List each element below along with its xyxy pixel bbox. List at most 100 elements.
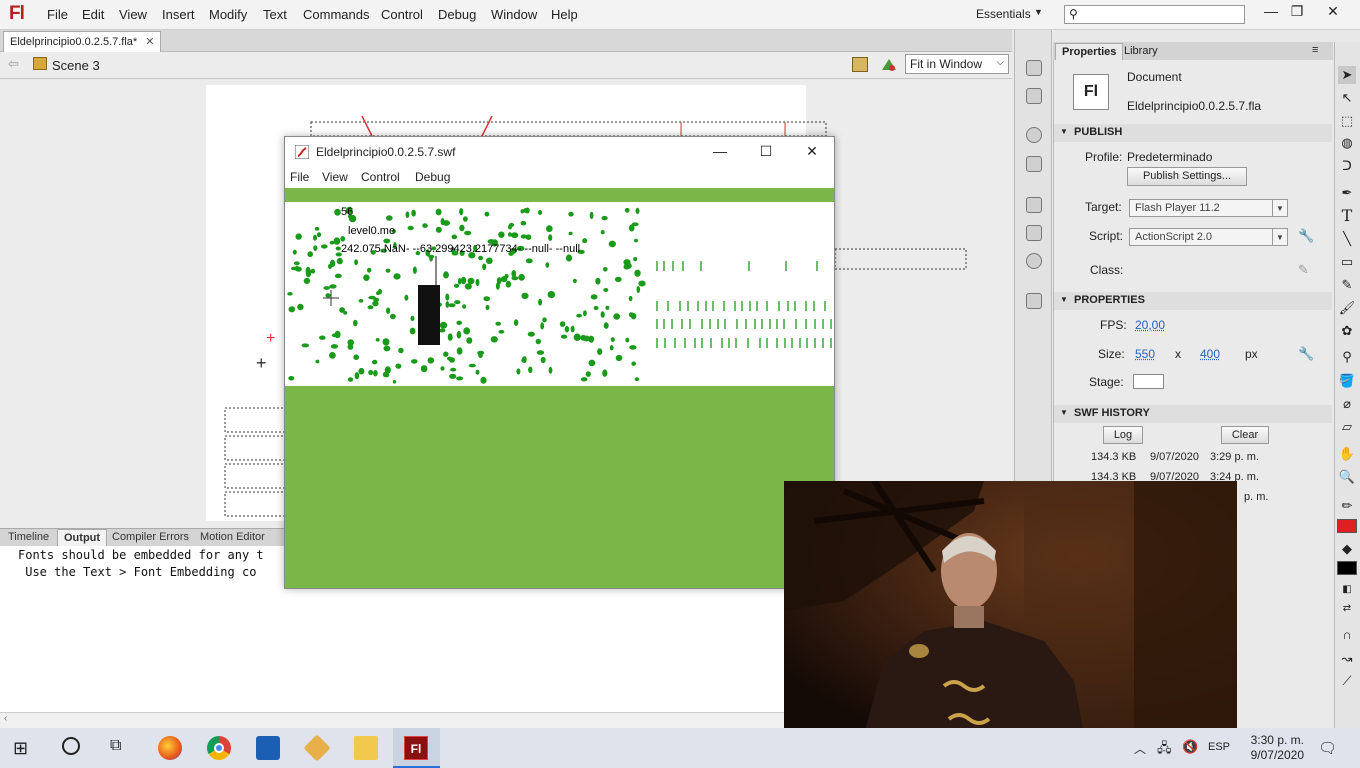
- paint-bucket-tool-icon[interactable]: 🪣: [1338, 372, 1356, 390]
- transform-icon[interactable]: [1026, 156, 1042, 172]
- menu-text[interactable]: Text: [263, 7, 287, 22]
- document-tab[interactable]: Eldelprincipio0.0.2.5.7.fla* ✕: [3, 31, 162, 52]
- clear-button[interactable]: Clear: [1221, 426, 1269, 444]
- pencil-tool-icon[interactable]: ✎: [1338, 276, 1356, 294]
- notifications-icon[interactable]: 🗨: [1318, 739, 1337, 757]
- straighten-icon[interactable]: ⟋: [1338, 672, 1356, 690]
- tab-timeline[interactable]: Timeline: [2, 529, 55, 546]
- motion-presets-icon[interactable]: [1026, 253, 1042, 269]
- line-tool-icon[interactable]: ╲: [1338, 230, 1356, 248]
- zoom-tool-icon[interactable]: 🔍: [1338, 468, 1356, 486]
- components-icon[interactable]: [1026, 225, 1042, 241]
- restore-icon[interactable]: ❐: [1286, 3, 1308, 20]
- stroke-color-icon[interactable]: ✏: [1338, 497, 1356, 515]
- chevron-up-icon[interactable]: ︿: [1134, 740, 1146, 757]
- swf-menu-file[interactable]: File: [290, 170, 309, 184]
- stroke-color-swatch[interactable]: [1337, 519, 1357, 533]
- pen-tool-icon[interactable]: ✒: [1338, 184, 1356, 202]
- scene-label[interactable]: Scene 3: [52, 58, 100, 73]
- menu-modify[interactable]: Modify: [209, 7, 247, 22]
- video-editor-icon[interactable]: [256, 736, 280, 760]
- publish-section-header[interactable]: PUBLISH: [1054, 124, 1332, 142]
- free-transform-tool-icon[interactable]: ⬚: [1338, 112, 1356, 130]
- swap-colors-icon[interactable]: ⇄: [1338, 600, 1356, 618]
- swf-menu-control[interactable]: Control: [361, 170, 400, 184]
- eraser-tool-icon[interactable]: ▱: [1338, 418, 1356, 436]
- zoom-select[interactable]: Fit in Window ⌵: [905, 54, 1009, 74]
- minimize-icon[interactable]: —: [1260, 3, 1282, 19]
- tab-motion-editor[interactable]: Motion Editor: [194, 529, 271, 546]
- color-panel-icon[interactable]: [1026, 60, 1042, 76]
- close-icon[interactable]: ✕: [145, 36, 154, 48]
- edit-scene-icon[interactable]: [880, 57, 896, 72]
- swatches-icon[interactable]: [1026, 88, 1042, 104]
- wrench-icon[interactable]: 🔧: [1298, 228, 1314, 244]
- menu-window[interactable]: Window: [491, 7, 537, 22]
- windows-start-icon[interactable]: ⊞: [13, 738, 28, 759]
- menu-edit[interactable]: Edit: [82, 7, 104, 22]
- width-value[interactable]: 550: [1135, 347, 1155, 361]
- rectangle-tool-icon[interactable]: ▭: [1338, 253, 1356, 271]
- swf-player-window[interactable]: Eldelprincipio0.0.2.5.7.swf — ☐ ✕ File V…: [284, 136, 835, 589]
- menu-file[interactable]: File: [47, 7, 68, 22]
- log-button[interactable]: Log: [1103, 426, 1143, 444]
- selection-tool-icon[interactable]: ➤: [1338, 66, 1356, 84]
- info-icon[interactable]: [1026, 127, 1042, 143]
- smooth-icon[interactable]: ↝: [1338, 650, 1356, 668]
- chrome-icon[interactable]: [207, 736, 231, 760]
- tab-compiler-errors[interactable]: Compiler Errors: [106, 529, 195, 546]
- volume-muted-icon[interactable]: 🔇: [1182, 739, 1198, 755]
- back-arrow-icon[interactable]: ⇦: [8, 56, 19, 72]
- tab-library[interactable]: Library: [1118, 43, 1164, 60]
- target-select[interactable]: Flash Player 11.2 ▼: [1129, 199, 1288, 217]
- language-indicator[interactable]: ESP: [1208, 741, 1230, 753]
- search-input[interactable]: ⚲: [1064, 5, 1245, 24]
- bone-tool-icon[interactable]: ⚲: [1338, 348, 1356, 366]
- default-colors-icon[interactable]: ◧: [1338, 581, 1356, 599]
- text-tool-icon[interactable]: T: [1338, 207, 1356, 225]
- properties-section-header[interactable]: PROPERTIES: [1054, 292, 1332, 310]
- minimize-icon[interactable]: —: [705, 143, 735, 159]
- close-icon[interactable]: ✕: [1322, 3, 1344, 20]
- search-circle-icon[interactable]: [62, 737, 80, 755]
- eyedropper-tool-icon[interactable]: ⌀: [1338, 395, 1356, 413]
- firefox-icon[interactable]: [158, 736, 182, 760]
- close-icon[interactable]: ✕: [797, 143, 827, 160]
- flash-taskbar-icon[interactable]: Fl: [404, 736, 428, 760]
- deco-tool-icon[interactable]: ✿: [1338, 322, 1356, 340]
- pencil-icon[interactable]: ✎: [1298, 262, 1309, 278]
- menu-control[interactable]: Control: [381, 7, 423, 22]
- snap-magnet-icon[interactable]: ∩: [1338, 626, 1356, 644]
- swf-menu-view[interactable]: View: [322, 170, 348, 184]
- maximize-icon[interactable]: ☐: [751, 143, 781, 160]
- hand-tool-icon[interactable]: ✋: [1338, 445, 1356, 463]
- subselection-tool-icon[interactable]: ↖: [1338, 89, 1356, 107]
- history-icon[interactable]: [1026, 293, 1042, 309]
- fill-color-icon[interactable]: ◆: [1338, 540, 1356, 558]
- clock[interactable]: 3:30 p. m. 9/07/2020: [1244, 733, 1304, 763]
- menu-debug[interactable]: Debug: [438, 7, 476, 22]
- menu-commands[interactable]: Commands: [303, 7, 369, 22]
- stage-color-swatch[interactable]: [1133, 374, 1164, 389]
- 3d-rotation-tool-icon[interactable]: ◍: [1338, 134, 1356, 152]
- lasso-tool-icon[interactable]: ᑐ: [1338, 157, 1356, 175]
- video-overlay[interactable]: [784, 481, 1237, 734]
- menu-insert[interactable]: Insert: [162, 7, 195, 22]
- fill-color-swatch[interactable]: [1337, 561, 1357, 575]
- network-icon[interactable]: 🖧: [1157, 739, 1172, 761]
- panel-menu-icon[interactable]: ≡: [1312, 44, 1318, 56]
- swf-history-section-header[interactable]: SWF HISTORY: [1054, 405, 1332, 423]
- wrench-icon[interactable]: 🔧: [1298, 346, 1314, 362]
- workspace-switcher[interactable]: Essentials: [976, 7, 1031, 21]
- file-explorer-icon[interactable]: [354, 736, 378, 760]
- brush-tool-icon[interactable]: 🖌: [1338, 299, 1356, 317]
- height-value[interactable]: 400: [1200, 347, 1220, 361]
- tab-output[interactable]: Output: [57, 529, 108, 546]
- script-select[interactable]: ActionScript 2.0 ▼: [1129, 228, 1288, 246]
- tab-properties[interactable]: Properties: [1055, 43, 1124, 60]
- fps-value[interactable]: 20,00: [1135, 318, 1165, 332]
- horizontal-scrollbar[interactable]: [0, 712, 784, 728]
- swf-menu-debug[interactable]: Debug: [415, 170, 450, 184]
- menu-view[interactable]: View: [119, 7, 147, 22]
- publish-settings-button[interactable]: Publish Settings...: [1127, 167, 1247, 186]
